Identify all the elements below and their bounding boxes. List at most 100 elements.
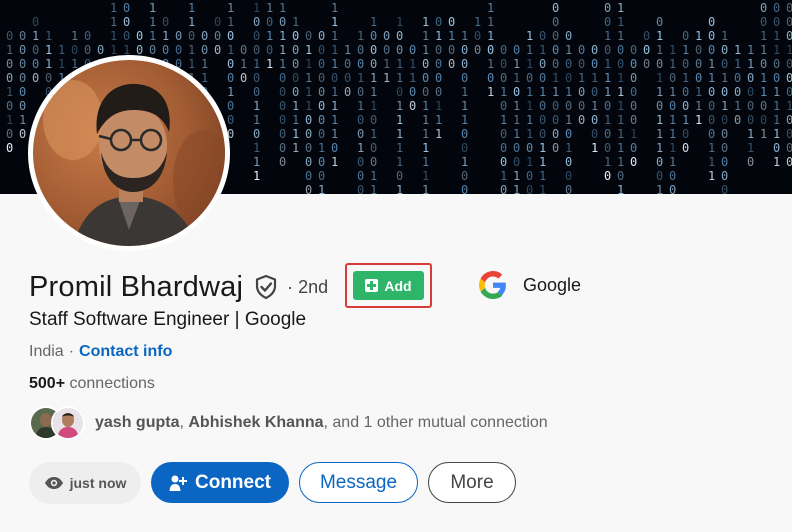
- svg-text:0: 0: [773, 57, 780, 71]
- svg-text:0: 0: [370, 141, 377, 155]
- svg-text:1: 1: [58, 57, 65, 71]
- svg-text:1: 1: [266, 1, 273, 15]
- svg-text:1: 1: [396, 127, 403, 141]
- contact-info-link[interactable]: Contact info: [79, 343, 172, 361]
- svg-text:1: 1: [331, 15, 338, 29]
- svg-text:0: 0: [253, 43, 260, 57]
- svg-text:1: 1: [331, 29, 338, 43]
- mutual-connections[interactable]: yash gupta, Abhishek Khanna, and 1 other…: [29, 404, 548, 442]
- svg-text:1: 1: [617, 99, 624, 113]
- svg-text:0: 0: [19, 85, 26, 99]
- svg-text:0: 0: [604, 127, 611, 141]
- svg-text:0: 0: [526, 71, 533, 85]
- svg-text:1: 1: [253, 141, 260, 155]
- connections-label: connections: [69, 375, 155, 392]
- svg-text:1: 1: [773, 155, 780, 169]
- svg-text:1: 1: [201, 57, 208, 71]
- svg-text:1: 1: [45, 57, 52, 71]
- svg-text:0: 0: [344, 71, 351, 85]
- svg-text:0: 0: [565, 127, 572, 141]
- svg-text:1: 1: [292, 141, 299, 155]
- svg-text:1: 1: [318, 141, 325, 155]
- svg-text:0: 0: [708, 29, 715, 43]
- current-company[interactable]: Google: [479, 270, 581, 300]
- connections-count[interactable]: 500+ connections: [29, 375, 155, 393]
- svg-text:1: 1: [357, 71, 364, 85]
- svg-text:1: 1: [695, 85, 702, 99]
- plus-square-icon: [365, 279, 379, 292]
- svg-text:0: 0: [461, 183, 468, 194]
- connect-button-label: Connect: [195, 471, 271, 493]
- svg-text:1: 1: [487, 29, 494, 43]
- svg-text:1: 1: [617, 15, 624, 29]
- svg-text:0: 0: [591, 43, 598, 57]
- shield-check-icon[interactable]: [253, 274, 279, 300]
- svg-text:1: 1: [396, 99, 403, 113]
- svg-text:1: 1: [71, 29, 78, 43]
- svg-text:0: 0: [552, 15, 559, 29]
- more-button[interactable]: More: [428, 462, 516, 503]
- add-button[interactable]: Add: [353, 271, 424, 300]
- svg-text:0: 0: [6, 99, 13, 113]
- svg-text:0: 0: [786, 85, 792, 99]
- mutual-name-1[interactable]: yash gupta: [95, 414, 179, 431]
- svg-text:1: 1: [604, 113, 611, 127]
- svg-text:0: 0: [539, 127, 546, 141]
- svg-text:1: 1: [513, 71, 520, 85]
- svg-text:1: 1: [669, 127, 676, 141]
- svg-text:1: 1: [500, 113, 507, 127]
- svg-text:0: 0: [786, 29, 792, 43]
- connect-button[interactable]: Connect: [151, 462, 289, 503]
- svg-text:0: 0: [318, 43, 325, 57]
- svg-text:1: 1: [682, 71, 689, 85]
- svg-text:0: 0: [604, 1, 611, 15]
- svg-text:0: 0: [513, 155, 520, 169]
- svg-text:1: 1: [604, 71, 611, 85]
- svg-text:0: 0: [84, 29, 91, 43]
- svg-text:0: 0: [214, 43, 221, 57]
- svg-text:1: 1: [656, 127, 663, 141]
- svg-text:1: 1: [539, 85, 546, 99]
- svg-text:0: 0: [786, 113, 792, 127]
- profile-avatar[interactable]: [33, 60, 225, 246]
- svg-text:0: 0: [435, 57, 442, 71]
- svg-text:0: 0: [357, 169, 364, 183]
- svg-text:1: 1: [305, 85, 312, 99]
- svg-text:0: 0: [461, 169, 468, 183]
- svg-text:1: 1: [370, 85, 377, 99]
- svg-text:1: 1: [721, 29, 728, 43]
- svg-text:0: 0: [565, 183, 572, 194]
- svg-text:1: 1: [279, 1, 286, 15]
- svg-text:0: 0: [721, 141, 728, 155]
- mutual-name-2[interactable]: Abhishek Khanna: [188, 414, 323, 431]
- svg-text:1: 1: [292, 15, 299, 29]
- svg-text:0: 0: [279, 127, 286, 141]
- svg-text:1: 1: [656, 71, 663, 85]
- svg-text:0: 0: [500, 57, 507, 71]
- svg-text:0: 0: [474, 43, 481, 57]
- svg-text:1: 1: [396, 71, 403, 85]
- svg-text:0: 0: [656, 99, 663, 113]
- svg-text:0: 0: [630, 99, 637, 113]
- svg-text:1: 1: [565, 43, 572, 57]
- svg-text:0: 0: [630, 141, 637, 155]
- svg-text:1: 1: [773, 113, 780, 127]
- svg-text:0: 0: [604, 141, 611, 155]
- svg-text:1: 1: [305, 43, 312, 57]
- profile-headline: Staff Software Engineer | Google: [29, 309, 307, 330]
- svg-text:0: 0: [656, 15, 663, 29]
- svg-text:0: 0: [344, 85, 351, 99]
- svg-text:0: 0: [695, 57, 702, 71]
- svg-text:0: 0: [695, 71, 702, 85]
- svg-text:1: 1: [383, 57, 390, 71]
- svg-text:0: 0: [292, 71, 299, 85]
- svg-text:1: 1: [448, 29, 455, 43]
- svg-text:1: 1: [6, 85, 13, 99]
- svg-text:0: 0: [32, 43, 39, 57]
- message-button[interactable]: Message: [299, 462, 418, 503]
- svg-text:1: 1: [565, 113, 572, 127]
- svg-text:1: 1: [526, 155, 533, 169]
- svg-text:0: 0: [656, 169, 663, 183]
- svg-text:0: 0: [396, 43, 403, 57]
- svg-text:1: 1: [396, 155, 403, 169]
